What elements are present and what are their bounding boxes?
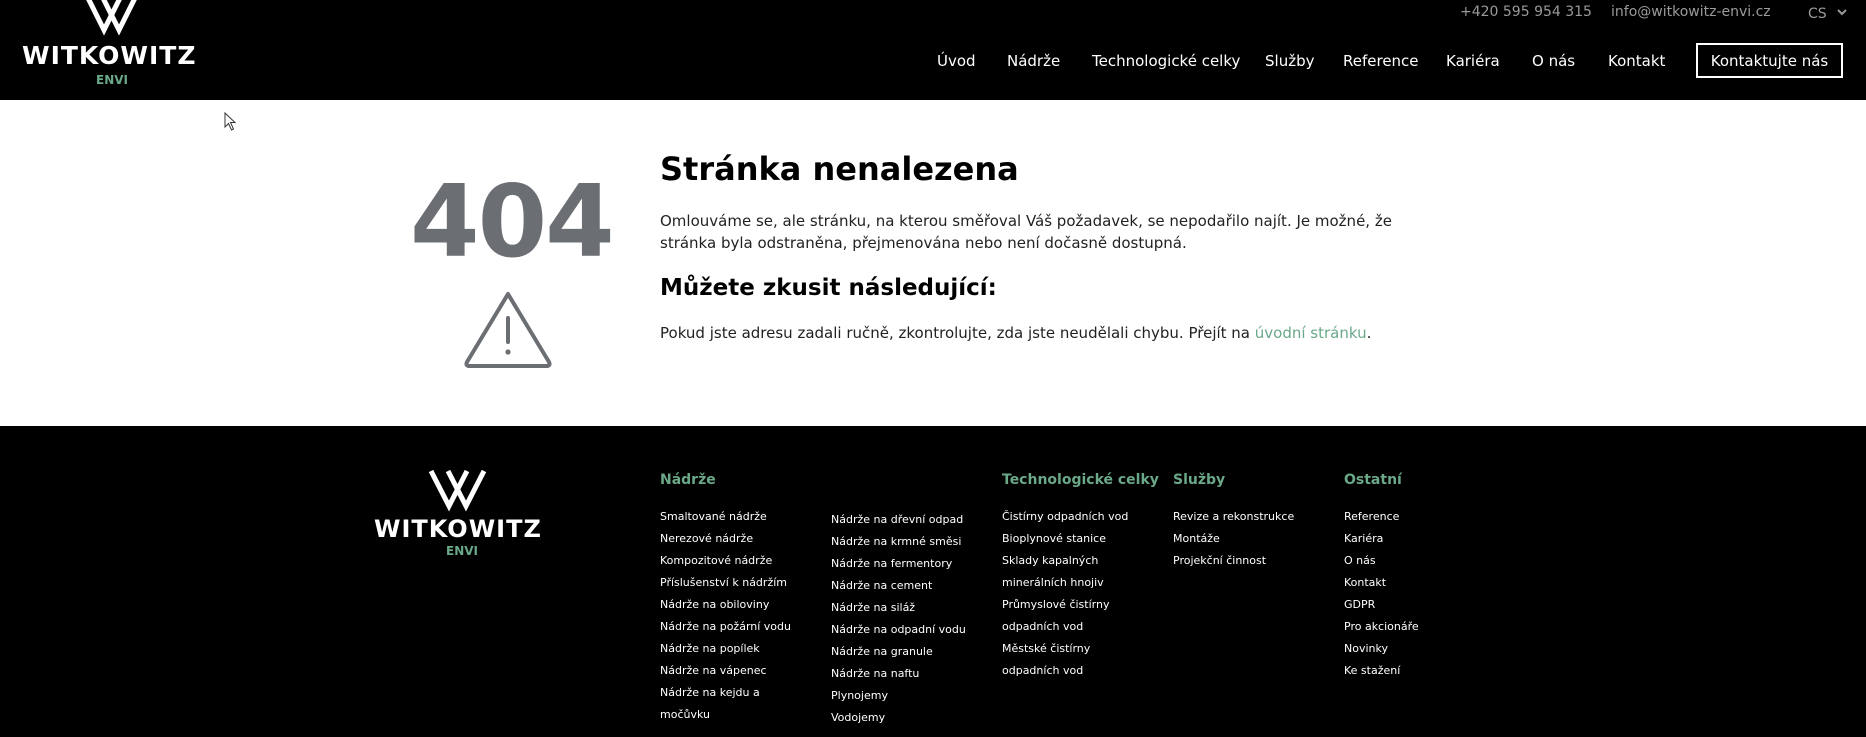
footer-link[interactable]: Smaltované nádrže — [660, 506, 791, 528]
nav-uvod[interactable]: Úvod — [937, 52, 976, 70]
footer-heading-ostatni[interactable]: Ostatní — [1344, 472, 1419, 488]
footer-ostatni: Ostatní Reference Kariéra O nás Kontakt GDPR… — [1344, 472, 1419, 682]
suggestion-suffix: . — [1366, 324, 1372, 342]
footer-link[interactable]: Nádrže na fermentory — [831, 553, 966, 575]
footer-link[interactable]: Montáže — [1173, 528, 1294, 550]
footer-link[interactable]: Nádrže na popílek — [660, 638, 791, 660]
suggestions-heading: Můžete zkusit následující: — [660, 275, 997, 301]
nav-nadrze[interactable]: Nádrže — [1007, 52, 1060, 70]
nav-o-nas[interactable]: O nás — [1532, 52, 1575, 70]
footer-list-tech: Čistírny odpadních vod Bioplynové stanice… — [1002, 506, 1159, 682]
footer-list-sluzby: Revize a rekonstrukce Montáže Projekční či… — [1173, 506, 1294, 572]
footer-link[interactable]: Revize a rekonstrukce — [1173, 506, 1294, 528]
chevron-down-icon — [1837, 4, 1847, 20]
nav-kariera[interactable]: Kariéra — [1446, 52, 1500, 70]
footer-tech: Technologické celky Čistírny odpadních v… — [1002, 472, 1159, 682]
phone-link[interactable]: +420 595 954 315 — [1460, 4, 1592, 20]
suggestion-text: Pokud jste adresu zadali ručně, zkontrol… — [660, 324, 1371, 342]
footer-link[interactable]: Kariéra — [1344, 528, 1419, 550]
footer-link[interactable]: Pro akcionáře — [1344, 616, 1419, 638]
nav-kontakt[interactable]: Kontakt — [1608, 52, 1665, 70]
footer-link[interactable]: Kompozitové nádrže — [660, 550, 791, 572]
language-label: CS — [1808, 6, 1827, 22]
footer-link[interactable]: Nádrže na odpadní vodu — [831, 619, 966, 641]
mouse-cursor-icon — [224, 111, 238, 136]
brand-sub: ENVI — [96, 73, 128, 87]
footer-link[interactable]: Městské čistírny — [1002, 638, 1159, 660]
footer-heading-nadrze[interactable]: Nádrže — [660, 472, 791, 488]
footer-link[interactable]: Průmyslové čistírny — [1002, 594, 1159, 616]
footer-link[interactable]: Nádrže na požární vodu — [660, 616, 791, 638]
footer-link[interactable]: Čistírny odpadních vod — [1002, 506, 1159, 528]
footer-link[interactable]: Nádrže na dřevní odpad — [831, 509, 966, 531]
footer-link[interactable]: Vodojemy — [831, 707, 966, 729]
nav-reference[interactable]: Reference — [1343, 52, 1419, 70]
footer-link[interactable]: O nás — [1344, 550, 1419, 572]
suggestion-prefix: Pokud jste adresu zadali ručně, zkontrol… — [660, 324, 1255, 342]
footer-link[interactable]: GDPR — [1344, 594, 1419, 616]
error-message: Omlouváme se, ale stránku, na kterou smě… — [660, 212, 1392, 252]
top-contacts: +420 595 954 315 info@witkowitz-envi.cz … — [0, 4, 1866, 22]
footer-link[interactable]: Nádrže na siláž — [831, 597, 966, 619]
footer-nadrze: Nádrže Smaltované nádrže Nerezové nádrže K… — [660, 472, 791, 726]
footer-heading-tech[interactable]: Technologické celky — [1002, 472, 1159, 488]
language-selector[interactable]: CS — [1808, 4, 1847, 22]
homepage-link[interactable]: úvodní stránku — [1255, 324, 1367, 342]
site-header: WITKOWITZ ENVI +420 595 954 315 info@wit… — [0, 0, 1866, 100]
footer-link[interactable]: Nádrže na kejdu a — [660, 682, 791, 704]
footer-link[interactable]: Reference — [1344, 506, 1419, 528]
footer-link[interactable]: Nádrže na obiloviny — [660, 594, 791, 616]
nav-sluzby[interactable]: Služby — [1265, 52, 1314, 70]
error-code: 404 — [410, 163, 615, 280]
footer-link[interactable]: močůvku — [660, 704, 791, 726]
page-title: Stránka nenalezena — [660, 150, 1019, 188]
contact-us-button[interactable]: Kontaktujte nás — [1696, 43, 1843, 78]
footer-link[interactable]: Plynojemy — [831, 685, 966, 707]
footer-brand-name: WITKOWITZ — [374, 515, 542, 543]
footer-link[interactable]: Nádrže na granule — [831, 641, 966, 663]
footer-link[interactable]: Sklady kapalných — [1002, 550, 1159, 572]
footer-link[interactable]: Příslušenství k nádržím — [660, 572, 791, 594]
footer-link[interactable]: Novinky — [1344, 638, 1419, 660]
footer-link[interactable]: Projekční činnost — [1173, 550, 1294, 572]
footer-link[interactable]: minerálních hnojiv — [1002, 572, 1159, 594]
footer-link[interactable]: Ke stažení — [1344, 660, 1419, 682]
footer-link[interactable]: Nádrže na naftu — [831, 663, 966, 685]
footer-link[interactable]: odpadních vod — [1002, 660, 1159, 682]
email-link[interactable]: info@witkowitz-envi.cz — [1611, 4, 1771, 20]
nav-technologicke-celky[interactable]: Technologické celky — [1092, 52, 1240, 70]
warning-icon — [461, 290, 555, 374]
footer-heading-sluzby[interactable]: Služby — [1173, 472, 1294, 488]
footer-list-nadrze-2: Nádrže na dřevní odpad Nádrže na krmné sm… — [831, 509, 966, 729]
footer-sluzby: Služby Revize a rekonstrukce Montáže Proje… — [1173, 472, 1294, 572]
footer-link[interactable]: Nerezové nádrže — [660, 528, 791, 550]
footer-nadrze-col2: Nádrže na dřevní odpad Nádrže na krmné sm… — [831, 509, 966, 729]
footer-brand-sub: ENVI — [446, 544, 478, 558]
footer-list-ostatni: Reference Kariéra O nás Kontakt GDPR Pro akci… — [1344, 506, 1419, 682]
footer-list-nadrze-1: Smaltované nádrže Nerezové nádrže Kompozit… — [660, 506, 791, 726]
footer-link[interactable]: Nádrže na cement — [831, 575, 966, 597]
footer-link[interactable]: Kontakt — [1344, 572, 1419, 594]
footer-link[interactable]: Bioplynové stanice — [1002, 528, 1159, 550]
footer-link[interactable]: Nádrže na krmné směsi — [831, 531, 966, 553]
footer-link[interactable]: Nádrže na vápenec — [660, 660, 791, 682]
brand-name: WITKOWITZ — [22, 41, 197, 70]
footer-link[interactable]: odpadních vod — [1002, 616, 1159, 638]
footer-logo[interactable]: WITKOWITZ ENVI — [374, 469, 554, 564]
